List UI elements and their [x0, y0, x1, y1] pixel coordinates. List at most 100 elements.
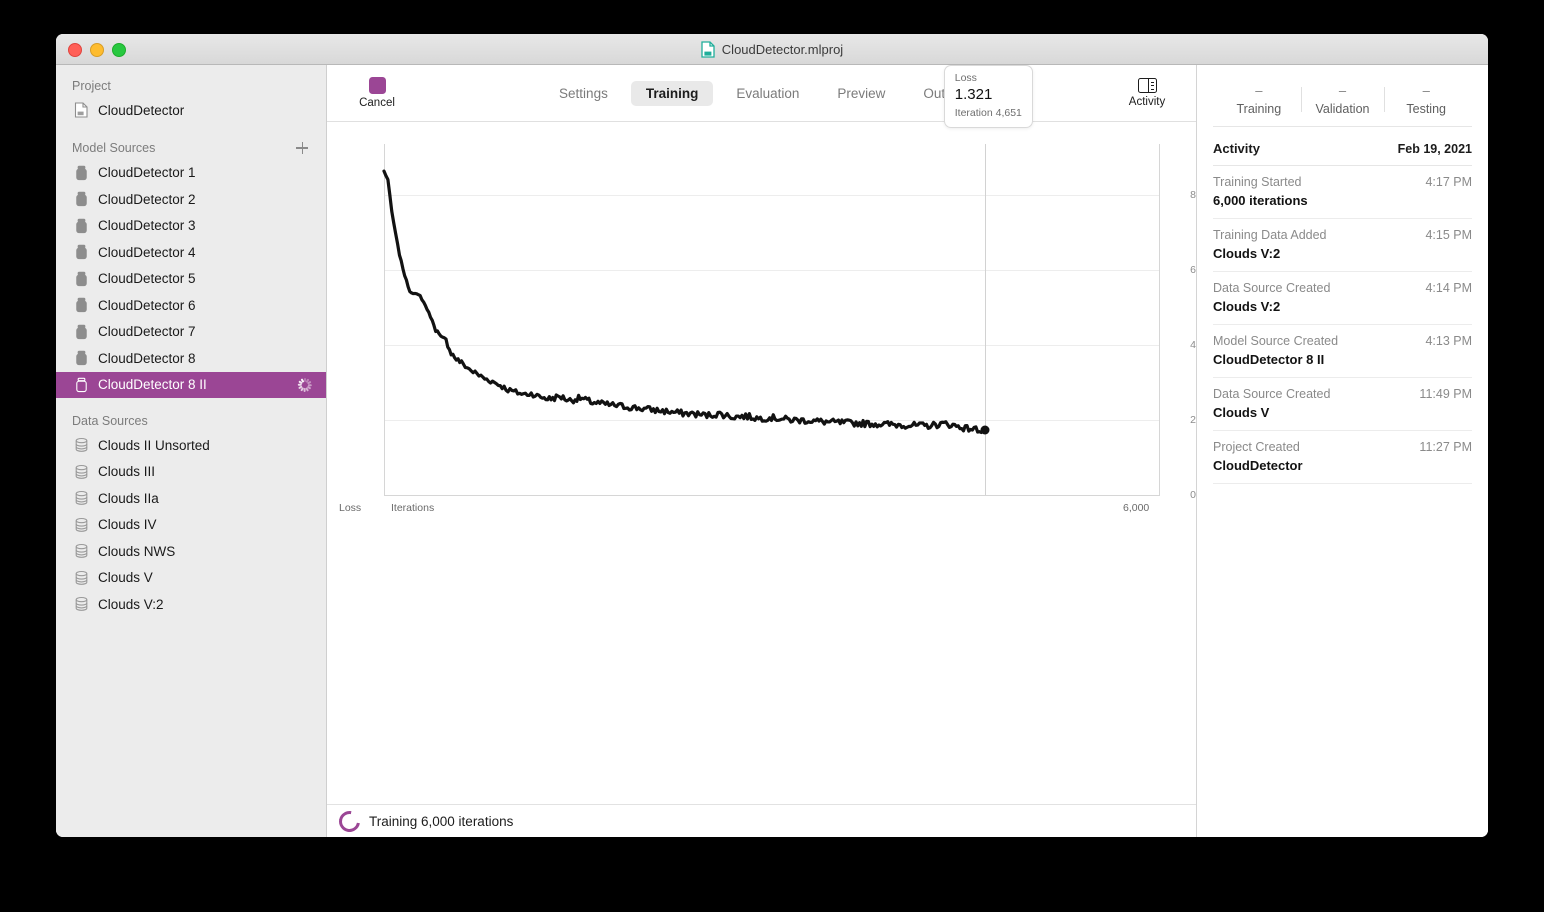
tab-preview[interactable]: Preview: [822, 81, 900, 106]
activity-item-name: Clouds V: [1213, 405, 1270, 420]
sidebar-item-label: Clouds V:2: [98, 596, 164, 612]
activity-list: Training Started 4:17 PM 6,000 iterations T…: [1213, 166, 1472, 484]
sidebar-item-data-source[interactable]: Clouds IV: [56, 512, 326, 539]
activity-header: Activity Feb 19, 2021: [1213, 127, 1472, 166]
model-sources-list: CloudDetector 1 CloudDetector 2 CloudDetec…: [56, 160, 326, 398]
metric-label: Training: [1236, 102, 1282, 116]
chart-cursor-line: [984, 144, 986, 495]
tooltip-title: Loss: [954, 72, 977, 84]
metric-label: Validation: [1315, 102, 1370, 116]
database-icon: [74, 517, 89, 533]
plus-icon[interactable]: [294, 140, 310, 156]
sidebar-section-title-model-sources: Model Sources: [72, 140, 156, 155]
activity-item-time: 4:15 PM: [1425, 228, 1472, 242]
chart-line-series: [382, 169, 987, 435]
activity-toggle-button[interactable]: Activity: [1112, 65, 1182, 121]
metric-testing: – Testing: [1384, 83, 1468, 116]
activity-item[interactable]: Training Started 4:17 PM 6,000 iterations: [1213, 166, 1472, 219]
model-source-icon: [74, 165, 89, 181]
activity-item[interactable]: Model Source Created 4:13 PM CloudDetector…: [1213, 325, 1472, 378]
sidebar-item-model-source[interactable]: CloudDetector 3: [56, 213, 326, 240]
activity-item-kind: Model Source Created: [1213, 334, 1339, 348]
activity-header-title: Activity: [1213, 141, 1260, 156]
sidebar-item-data-source[interactable]: Clouds III: [56, 459, 326, 486]
tab-settings[interactable]: Settings: [544, 81, 623, 106]
sidebar: Project CloudDetector Model Sources Clou…: [56, 65, 327, 837]
window-body: Project CloudDetector Model Sources Clou…: [56, 65, 1488, 837]
model-source-icon: [74, 377, 89, 393]
activity-item[interactable]: Training Data Added 4:15 PM Clouds V:2: [1213, 219, 1472, 272]
database-icon: [74, 596, 89, 612]
sidebar-item-model-source[interactable]: CloudDetector 7: [56, 319, 326, 346]
tab-training[interactable]: Training: [630, 80, 714, 106]
database-icon: [74, 437, 89, 453]
activity-item-kind: Data Source Created: [1213, 281, 1331, 295]
activity-item[interactable]: Data Source Created 11:49 PM Clouds V: [1213, 378, 1472, 431]
tab-bar: SettingsTrainingEvaluationPreviewOutput: [327, 65, 1196, 121]
activity-toggle-label: Activity: [1128, 96, 1166, 108]
activity-item[interactable]: Project Created 11:27 PM CloudDetector: [1213, 431, 1472, 484]
sidebar-section-title-data-sources: Data Sources: [72, 414, 148, 428]
sidebar-item-data-source[interactable]: Clouds V:2: [56, 591, 326, 618]
status-bar-text: Training 6,000 iterations: [369, 814, 514, 829]
chart-current-point: [980, 425, 990, 435]
sidebar-item-model-source[interactable]: CloudDetector 6: [56, 292, 326, 319]
activity-item-name: Clouds V:2: [1213, 299, 1281, 314]
tooltip-value: 1.321: [954, 86, 993, 104]
activity-item-top: Training Started 4:17 PM: [1213, 175, 1472, 189]
sidebar-section-model-sources: Model Sources: [56, 134, 326, 160]
database-icon: [74, 490, 89, 506]
sidebar-panel-icon: [1137, 78, 1157, 93]
sidebar-item-model-source[interactable]: CloudDetector 8: [56, 345, 326, 372]
database-icon: [74, 543, 89, 559]
tab-evaluation[interactable]: Evaluation: [721, 81, 814, 106]
sidebar-item-model-source[interactable]: CloudDetector 4: [56, 239, 326, 266]
training-chart[interactable]: 0 2 4 6 8 Loss Iterations 6,000 Loss 1.321 Iter…: [327, 65, 1196, 804]
sidebar-item-model-source[interactable]: CloudDetector 1: [56, 160, 326, 187]
metric-value: –: [1338, 83, 1347, 98]
activity-item-kind: Data Source Created: [1213, 387, 1331, 401]
sidebar-item-label: Clouds IV: [98, 517, 157, 533]
sidebar-item-model-source[interactable]: CloudDetector 8 II: [56, 371, 326, 398]
sidebar-item-model-source[interactable]: CloudDetector 5: [56, 266, 326, 293]
sidebar-item-label: CloudDetector 4: [98, 244, 196, 260]
activity-item-time: 4:13 PM: [1425, 334, 1472, 348]
mlproj-document-icon: [701, 40, 715, 58]
sidebar-item-data-source[interactable]: Clouds V: [56, 565, 326, 592]
sidebar-item-data-source[interactable]: Clouds II Unsorted: [56, 432, 326, 459]
sidebar-item-label: CloudDetector 8 II: [98, 377, 207, 393]
sidebar-item-label: Clouds IIa: [98, 490, 159, 506]
activity-item-time: 11:27 PM: [1419, 440, 1472, 454]
sidebar-section-data-sources: Data Sources: [56, 408, 326, 432]
window-title: CloudDetector.mlproj: [56, 34, 1488, 64]
sidebar-item-label: CloudDetector 3: [98, 218, 196, 234]
sidebar-item-project[interactable]: CloudDetector: [56, 97, 326, 124]
training-spinner-icon: [297, 377, 312, 392]
metric-value: –: [1422, 83, 1430, 98]
sidebar-item-label: CloudDetector: [98, 102, 185, 118]
sidebar-item-label: Clouds II Unsorted: [98, 437, 210, 453]
activity-item-top: Data Source Created 4:14 PM: [1213, 281, 1472, 295]
sidebar-section-project: Project: [56, 73, 326, 97]
metrics-row: – Training – Validation – Testing: [1213, 65, 1472, 127]
activity-item-name: Clouds V:2: [1213, 246, 1281, 261]
activity-item[interactable]: Data Source Created 4:14 PM Clouds V:2: [1213, 272, 1472, 325]
sidebar-item-data-source[interactable]: Clouds IIa: [56, 485, 326, 512]
activity-item-time: 11:49 PM: [1419, 387, 1472, 401]
sidebar-item-label: Clouds NWS: [98, 543, 176, 559]
activity-panel: – Training – Validation – Testing Activity Fe…: [1197, 65, 1488, 837]
sidebar-item-data-source[interactable]: Clouds NWS: [56, 538, 326, 565]
sidebar-item-label: CloudDetector 1: [98, 165, 196, 181]
model-source-icon: [74, 324, 89, 340]
activity-item-top: Project Created 11:27 PM: [1213, 440, 1472, 454]
activity-header-date: Feb 19, 2021: [1397, 142, 1472, 156]
toolbar: Cancel Settings Training Evaluation Preview…: [327, 65, 1196, 122]
sidebar-item-label: CloudDetector 8: [98, 350, 196, 366]
chart-tooltip: Loss 1.321 Iteration 4,651: [943, 65, 1033, 128]
metric-training: – Training: [1217, 83, 1301, 116]
activity-item-top: Model Source Created 4:13 PM: [1213, 334, 1472, 348]
sidebar-item-model-source[interactable]: CloudDetector 2: [56, 186, 326, 213]
metric-label: Testing: [1406, 102, 1446, 116]
